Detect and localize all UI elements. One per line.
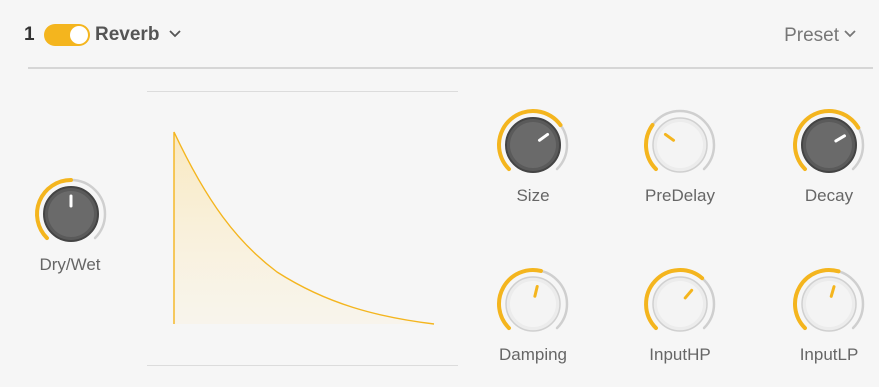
toggle-knob bbox=[70, 26, 88, 44]
knob-cap bbox=[510, 281, 556, 327]
envelope-fill bbox=[174, 132, 434, 324]
enable-toggle[interactable] bbox=[44, 24, 90, 46]
damping-knob[interactable] bbox=[495, 266, 571, 342]
header-divider bbox=[28, 67, 873, 69]
damping-label: Damping bbox=[498, 345, 568, 364]
predelay-label: PreDelay bbox=[645, 186, 715, 205]
size-label: Size bbox=[516, 186, 550, 205]
preset-label: Preset bbox=[784, 25, 839, 46]
knob-cap bbox=[657, 122, 703, 168]
input-hp-label: InputHP bbox=[649, 345, 711, 364]
slot-number: 1 bbox=[24, 24, 35, 45]
decay-envelope-display bbox=[173, 131, 435, 325]
knob-cap bbox=[806, 281, 852, 327]
chevron-down-icon bbox=[843, 24, 857, 48]
decay-label: Decay bbox=[804, 186, 854, 205]
envelope-bottom-line bbox=[147, 365, 458, 366]
dry-wet-label: Dry/Wet bbox=[39, 255, 101, 274]
size-knob[interactable] bbox=[495, 107, 571, 183]
knob-cap bbox=[806, 122, 852, 168]
input-hp-knob[interactable] bbox=[642, 266, 718, 342]
input-lp-label: InputLP bbox=[799, 345, 859, 364]
header: 1 Reverb Preset bbox=[0, 0, 879, 68]
input-lp-knob[interactable] bbox=[791, 266, 867, 342]
decay-knob[interactable] bbox=[791, 107, 867, 183]
knob-cap bbox=[510, 122, 556, 168]
knob-cap bbox=[657, 281, 703, 327]
predelay-knob[interactable] bbox=[642, 107, 718, 183]
preset-dropdown[interactable]: Preset bbox=[784, 24, 857, 48]
dry-wet-knob[interactable] bbox=[33, 176, 109, 252]
effect-title-dropdown[interactable]: Reverb bbox=[95, 24, 159, 46]
chevron-down-icon[interactable] bbox=[168, 24, 182, 42]
